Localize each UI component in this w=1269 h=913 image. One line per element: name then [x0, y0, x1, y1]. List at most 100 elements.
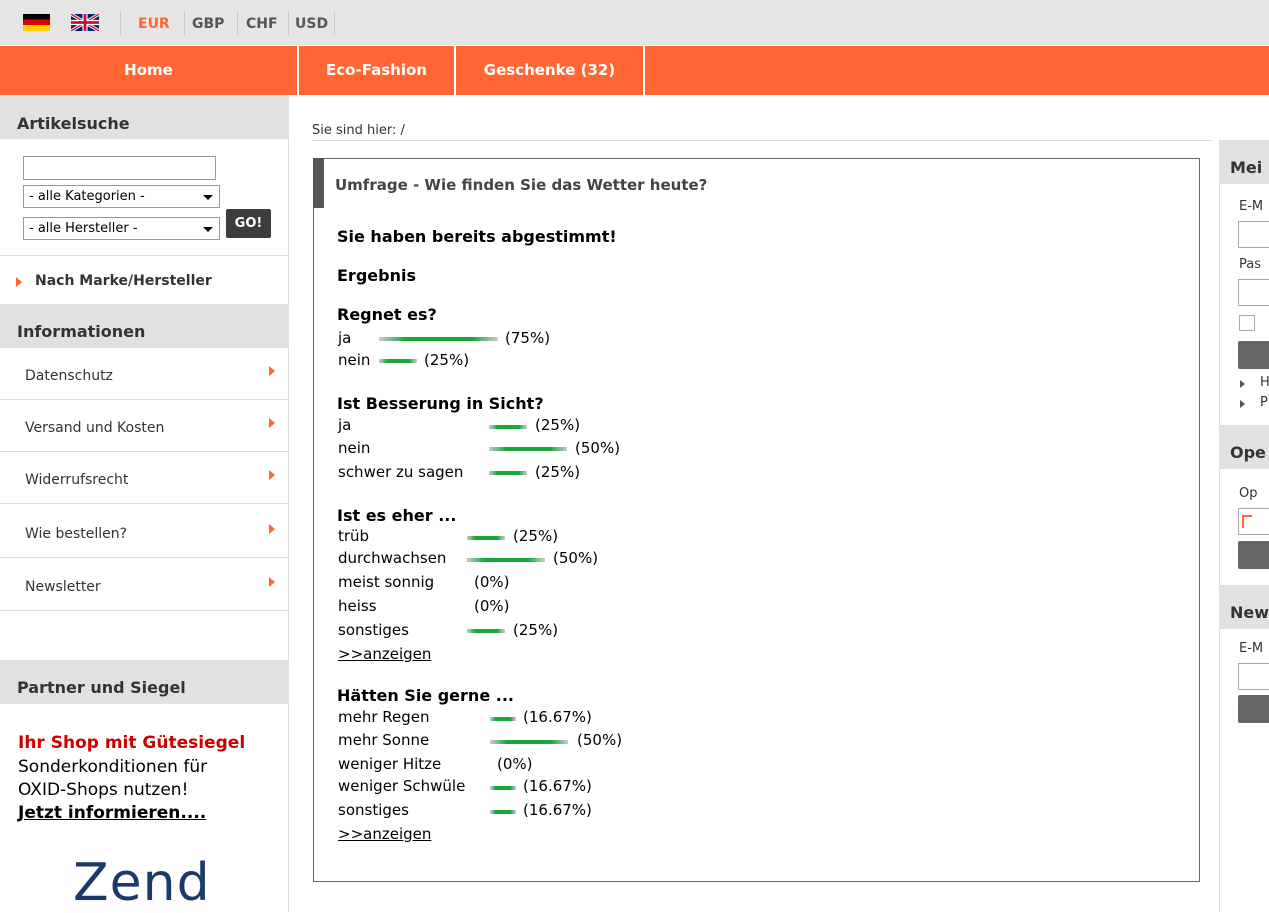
openid-icon — [1242, 515, 1252, 528]
answer-percent: (50%) — [577, 731, 623, 749]
answer-label: ja — [338, 416, 352, 434]
go-button[interactable]: GO! — [226, 209, 271, 238]
divider — [312, 140, 1212, 141]
show-more-link[interactable]: >>anzeigen — [338, 645, 431, 663]
arrow-right-icon — [269, 470, 275, 480]
search-input[interactable] — [23, 156, 216, 180]
german-flag-icon[interactable] — [23, 14, 50, 31]
newsletter-email-label: E-M — [1239, 641, 1264, 656]
info-link-widerruf[interactable]: Widerrufsrecht — [0, 452, 289, 504]
arrow-right-icon — [1240, 400, 1245, 408]
partner-heading: Partner und Siegel — [0, 660, 289, 704]
question: Ist es eher ... — [337, 506, 457, 525]
answer-percent: (25%) — [513, 527, 559, 545]
nav-eco-fashion[interactable]: Eco-Fashion — [299, 46, 454, 95]
zend-logo[interactable]: Zend — [73, 853, 211, 913]
category-select[interactable]: - alle Kategorien - — [23, 185, 220, 208]
nav-home[interactable]: Home — [0, 46, 297, 95]
answer-label: ja — [338, 329, 352, 347]
info-link-newsletter[interactable]: Newsletter — [0, 559, 289, 611]
info-link-datenschutz[interactable]: Datenschutz — [0, 348, 289, 400]
password-label: Pas — [1239, 257, 1261, 272]
answer-label: nein — [338, 439, 371, 457]
answer-label: heiss — [338, 597, 377, 615]
newsletter-button[interactable] — [1238, 695, 1269, 723]
answer-label: durchwachsen — [338, 549, 447, 567]
answer-percent: (16.67%) — [523, 801, 592, 819]
openid-heading: Ope — [1219, 425, 1269, 469]
answer-percent: (0%) — [474, 573, 510, 591]
result-heading: Ergebnis — [337, 266, 416, 285]
answer-percent: (50%) — [553, 549, 599, 567]
answer-percent: (50%) — [575, 439, 621, 457]
answer-label: schwer zu sagen — [338, 463, 464, 481]
login-email-input[interactable] — [1238, 221, 1269, 248]
divider — [0, 255, 289, 256]
main-nav: Home Eco-Fashion Geschenke (32) — [0, 46, 1269, 95]
answer-percent: (16.67%) — [523, 708, 592, 726]
login-button[interactable] — [1238, 341, 1269, 369]
email-label: E-M — [1239, 199, 1264, 214]
poll-title: Umfrage - Wie finden Sie das Wetter heut… — [335, 176, 708, 194]
answer-percent: (0%) — [497, 755, 533, 773]
answer-percent: (25%) — [424, 351, 470, 369]
newsletter-email-input[interactable] — [1238, 663, 1269, 690]
arrow-right-icon — [269, 577, 275, 587]
openid-button[interactable] — [1238, 541, 1269, 569]
english-flag-icon[interactable] — [71, 14, 99, 31]
arrow-right-icon — [16, 277, 22, 287]
remember-checkbox[interactable] — [1239, 315, 1255, 331]
result-bar — [467, 558, 545, 562]
answer-percent: (25%) — [535, 416, 581, 434]
search-heading: Artikelsuche — [0, 95, 289, 139]
result-bar — [379, 337, 498, 341]
answer-percent: (25%) — [513, 621, 559, 639]
show-more-link[interactable]: >>anzeigen — [338, 825, 431, 843]
promo-line1: Sonderkonditionen für — [18, 757, 208, 777]
arrow-right-icon — [269, 418, 275, 428]
manufacturer-select[interactable]: - alle Hersteller - — [23, 217, 220, 240]
result-bar — [489, 471, 527, 475]
currency-usd[interactable]: USD — [295, 16, 328, 32]
breadcrumb: Sie sind hier: / — [312, 123, 405, 138]
question: Regnet es? — [337, 305, 437, 324]
arrow-right-icon — [269, 366, 275, 376]
info-link-bestellen[interactable]: Wie bestellen? — [0, 506, 289, 558]
answer-percent: (16.67%) — [523, 777, 592, 795]
answer-label: meist sonnig — [338, 573, 435, 591]
login-password-input[interactable] — [1238, 279, 1269, 306]
result-bar — [467, 536, 505, 540]
question: Hätten Sie gerne ... — [337, 686, 514, 705]
promo-line2: OXID-Shops nutzen! — [18, 780, 189, 800]
account-heading: Mei — [1219, 140, 1269, 184]
brand-link[interactable]: Nach Marke/Hersteller — [35, 273, 212, 289]
result-bar — [490, 740, 568, 744]
result-bar — [467, 629, 505, 633]
currency-eur[interactable]: EUR — [138, 16, 170, 32]
info-link-versand[interactable]: Versand und Kosten — [0, 400, 289, 452]
info-heading: Informationen — [0, 304, 289, 348]
result-bar — [489, 447, 567, 451]
answer-label: mehr Regen — [338, 708, 430, 726]
newsletter-heading: New — [1219, 585, 1269, 629]
arrow-right-icon — [1240, 380, 1245, 388]
promo-title: Ihr Shop mit Gütesiegel — [18, 733, 246, 753]
answer-label: mehr Sonne — [338, 731, 430, 749]
answer-percent: (0%) — [474, 597, 510, 615]
answer-percent: (75%) — [505, 329, 551, 347]
nav-geschenke[interactable]: Geschenke (32) — [456, 46, 643, 95]
result-bar — [490, 786, 516, 790]
currency-gbp[interactable]: GBP — [192, 16, 224, 32]
account-link[interactable]: H — [1260, 375, 1269, 390]
answer-label: weniger Schwüle — [338, 777, 466, 795]
answer-label: trüb — [338, 527, 370, 545]
voted-message: Sie haben bereits abgestimmt! — [337, 227, 617, 246]
result-bar — [489, 425, 527, 429]
top-bar: EUR GBP CHF USD — [0, 0, 1269, 45]
currency-chf[interactable]: CHF — [246, 16, 278, 32]
promo-cta-link[interactable]: Jetzt informieren.... — [18, 803, 206, 823]
result-bar — [490, 810, 516, 814]
answer-label: sonstiges — [338, 801, 409, 819]
question: Ist Besserung in Sicht? — [337, 394, 544, 413]
account-link[interactable]: P — [1260, 395, 1268, 410]
